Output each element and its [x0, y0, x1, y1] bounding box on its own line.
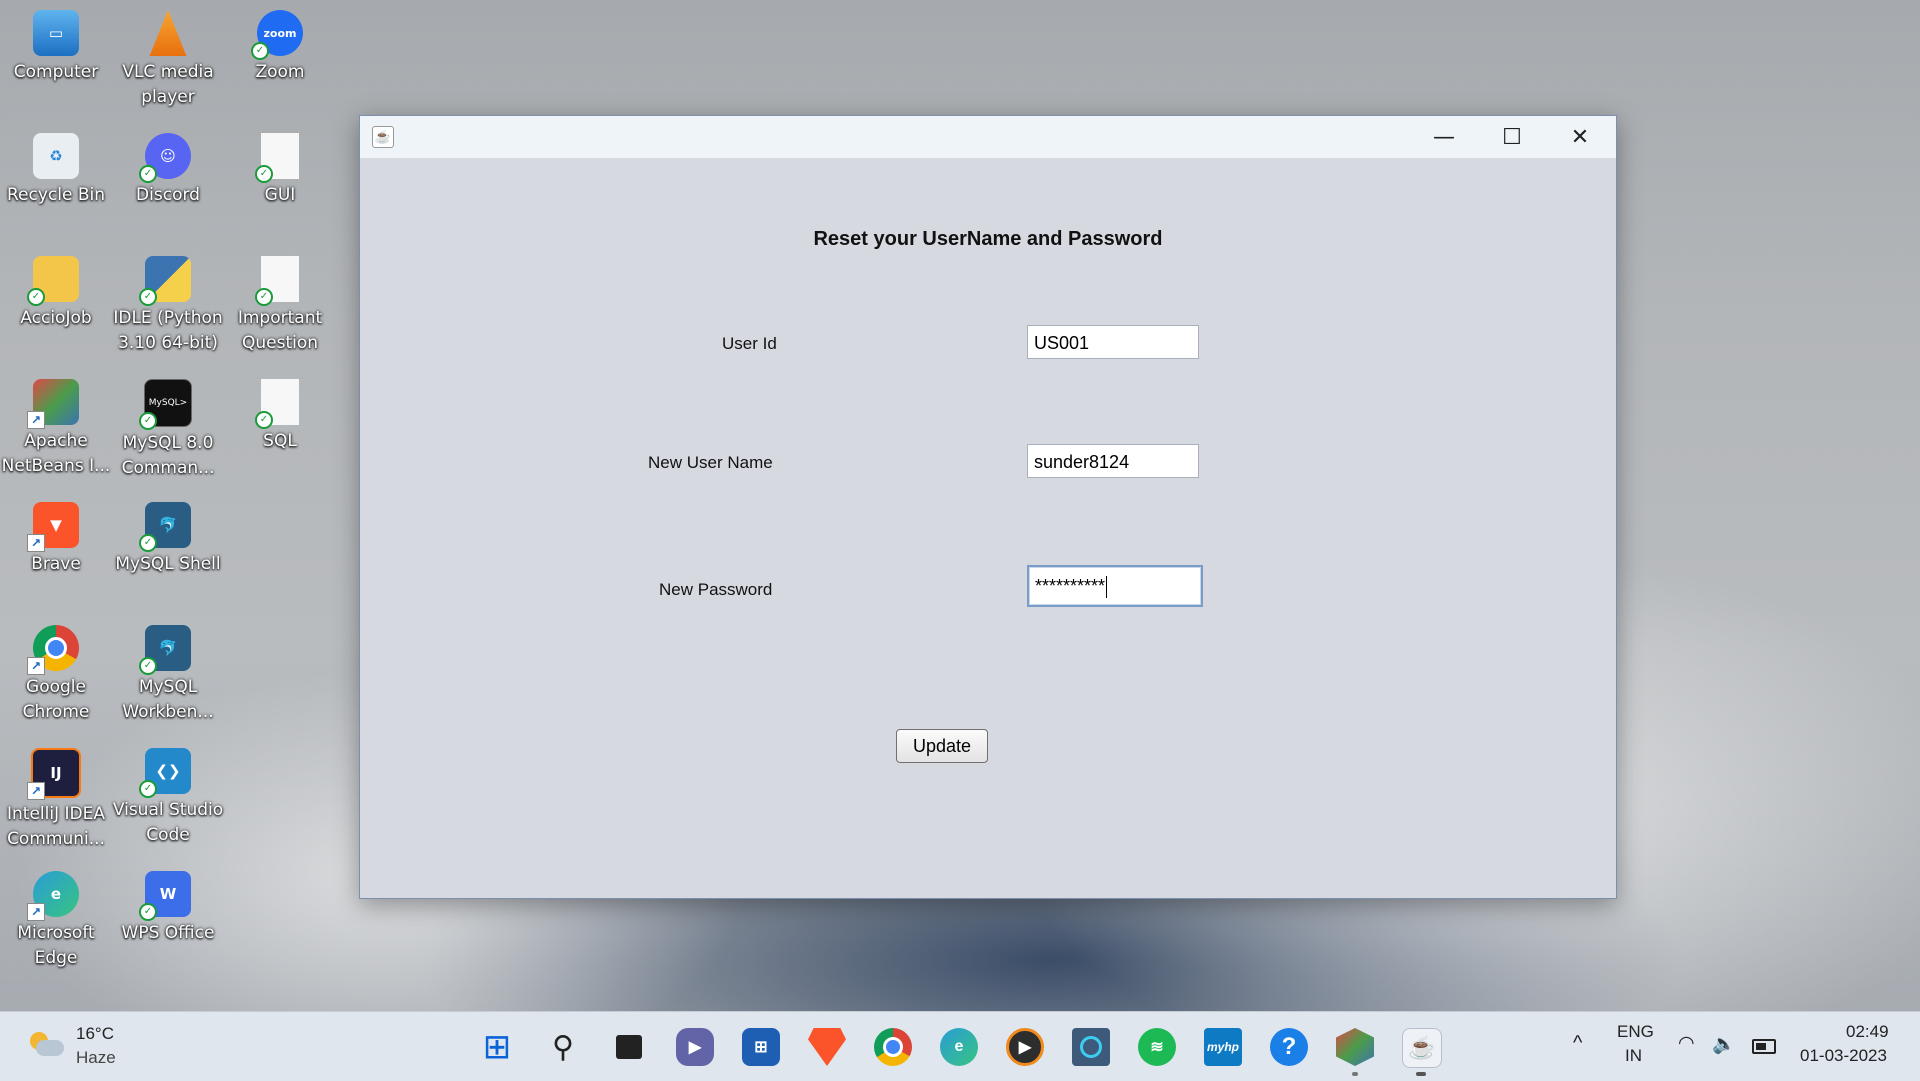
desktop-icon-sql[interactable]: ✓ SQL — [224, 373, 336, 454]
vlc-icon — [149, 10, 187, 56]
desktop-icon-important-question[interactable]: ✓ Important Question — [224, 250, 336, 356]
desktop-icon-acciojob[interactable]: ✓ AccioJob — [0, 250, 112, 331]
brave-icon[interactable] — [808, 1028, 846, 1066]
desktop-icon-mysql-shell[interactable]: 🐬 ✓ MySQL Shell — [112, 496, 224, 577]
vscode-icon: ❮❯ ✓ — [139, 748, 191, 798]
chrome-icon[interactable] — [874, 1028, 912, 1066]
task-view-icon[interactable] — [610, 1028, 648, 1066]
new-user-name-input[interactable]: sunder8124 — [1027, 444, 1199, 478]
document-icon: ✓ — [255, 379, 299, 429]
mysql-shell-icon: 🐬 ✓ — [139, 502, 191, 552]
minimize-button[interactable]: — — [1410, 116, 1478, 158]
window-content: Reset your UserName and Password User Id… — [360, 158, 1616, 898]
new-password-label: New Password — [659, 580, 773, 599]
clock-time[interactable]: 02:49 — [1846, 1022, 1889, 1042]
desktop-icon-edge[interactable]: e ↗ Microsoft Edge — [0, 865, 112, 971]
store-icon[interactable]: ⊞ — [742, 1028, 780, 1066]
page-title: Reset your UserName and Password — [813, 228, 1163, 250]
mysql-command-icon: MySQL> ✓ — [139, 379, 192, 430]
weather-temperature: 16°C — [76, 1024, 114, 1043]
desktop-icon-mysql-workbench[interactable]: 🐬 ✓ MySQL Workben... — [112, 619, 224, 725]
desktop-icon-intellij[interactable]: IJ ↗ IntelliJ IDEA Communi... — [0, 742, 112, 852]
desktop-icon-mysql-command[interactable]: MySQL> ✓ MySQL 8.0 Comman... — [112, 373, 224, 481]
intellij-icon: IJ ↗ — [27, 748, 81, 800]
weather-condition: Haze — [76, 1048, 116, 1067]
netbeans-icon[interactable] — [1336, 1028, 1374, 1066]
desktop-icon-zoom[interactable]: zoom ✓ Zoom — [224, 4, 336, 85]
language-indicator[interactable]: ENG — [1617, 1022, 1654, 1042]
new-password-input[interactable]: ********** — [1027, 565, 1203, 607]
edge-icon[interactable]: e — [940, 1028, 978, 1066]
java-active-indicator — [1416, 1072, 1426, 1076]
computer-icon: ▭ — [33, 10, 79, 56]
spotify-icon[interactable]: ≋ — [1138, 1028, 1176, 1066]
start-icon[interactable]: ⊞ — [478, 1028, 516, 1066]
discord-icon: ☺ ✓ — [139, 133, 191, 183]
document-icon: ✓ — [255, 256, 299, 306]
user-id-label: User Id — [722, 334, 777, 353]
window-titlebar[interactable]: ☕ — ☐ ✕ — [360, 116, 1616, 158]
update-button[interactable]: Update — [896, 729, 988, 763]
recycle-bin-icon: ♻ — [33, 133, 79, 179]
desktop-icon-recycle-bin[interactable]: ♻ Recycle Bin — [0, 127, 112, 208]
desktop-icon-vlc[interactable]: VLC media player — [112, 4, 224, 110]
wifi-icon[interactable]: ◠ — [1678, 1032, 1695, 1055]
help-icon[interactable]: ? — [1270, 1028, 1308, 1066]
weather-icon — [26, 1032, 64, 1058]
document-icon: ✓ — [255, 133, 299, 183]
desktop-icon-wps[interactable]: W ✓ WPS Office — [112, 865, 224, 946]
reset-credentials-window: ☕ — ☐ ✕ Reset your UserName and Password… — [359, 115, 1617, 899]
desktop-icon-netbeans[interactable]: ↗ Apache NetBeans I... — [0, 373, 112, 479]
java-icon[interactable]: ☕ — [1402, 1028, 1442, 1068]
search-icon[interactable]: ⚲ — [544, 1028, 582, 1066]
user-id-input[interactable]: US001 — [1027, 325, 1199, 359]
desktop-icon-discord[interactable]: ☺ ✓ Discord — [112, 127, 224, 208]
weather-widget[interactable]: 16°C Haze — [26, 1020, 156, 1074]
chrome-icon: ↗ — [27, 625, 79, 675]
java-app-icon: ☕ — [372, 126, 394, 148]
myhp-icon[interactable]: myhp — [1204, 1028, 1242, 1066]
mysql-workbench-icon: 🐬 ✓ — [139, 625, 191, 675]
desktop-icon-vscode[interactable]: ❮❯ ✓ Visual Studio Code — [112, 742, 224, 848]
netbeans-running-indicator — [1352, 1072, 1358, 1076]
desktop-icon-computer[interactable]: ▭ Computer — [0, 4, 112, 85]
desktop-icon-idle[interactable]: ✓ IDLE (Python 3.10 64-bit) — [112, 250, 224, 356]
password-masked-value: ********** — [1035, 576, 1106, 596]
text-caret — [1106, 576, 1108, 599]
edge-icon: e ↗ — [27, 871, 79, 921]
netbeans-icon: ↗ — [27, 379, 79, 429]
zoom-icon: zoom ✓ — [251, 10, 303, 60]
desktop-icon-chrome[interactable]: ↗ Google Chrome — [0, 619, 112, 725]
media-player-icon[interactable]: ▶ — [1006, 1028, 1044, 1066]
battery-icon[interactable] — [1752, 1039, 1776, 1054]
brave-icon: ▼ ↗ — [27, 502, 79, 552]
taskbar: 16°C Haze ⊞ ⚲ ▶ ⊞ e ▶ ≋ myhp ? ☕ ^ ENG I… — [0, 1011, 1920, 1081]
maximize-button[interactable]: ☐ — [1478, 116, 1546, 158]
chevron-up-icon[interactable]: ^ — [1573, 1032, 1582, 1055]
alexa-icon[interactable] — [1072, 1028, 1110, 1066]
close-button[interactable]: ✕ — [1546, 116, 1614, 158]
new-user-name-label: New User Name — [648, 453, 773, 472]
python-icon: ✓ — [139, 256, 191, 306]
teams-icon[interactable]: ▶ — [676, 1028, 714, 1066]
desktop-icon-brave[interactable]: ▼ ↗ Brave — [0, 496, 112, 577]
desktop-icon-gui[interactable]: ✓ GUI — [224, 127, 336, 208]
clock-date[interactable]: 01-03-2023 — [1800, 1046, 1887, 1066]
region-indicator: IN — [1625, 1046, 1642, 1065]
folder-icon: ✓ — [27, 256, 79, 306]
wps-icon: W ✓ — [139, 871, 191, 921]
volume-icon[interactable]: 🔈 — [1712, 1032, 1736, 1056]
